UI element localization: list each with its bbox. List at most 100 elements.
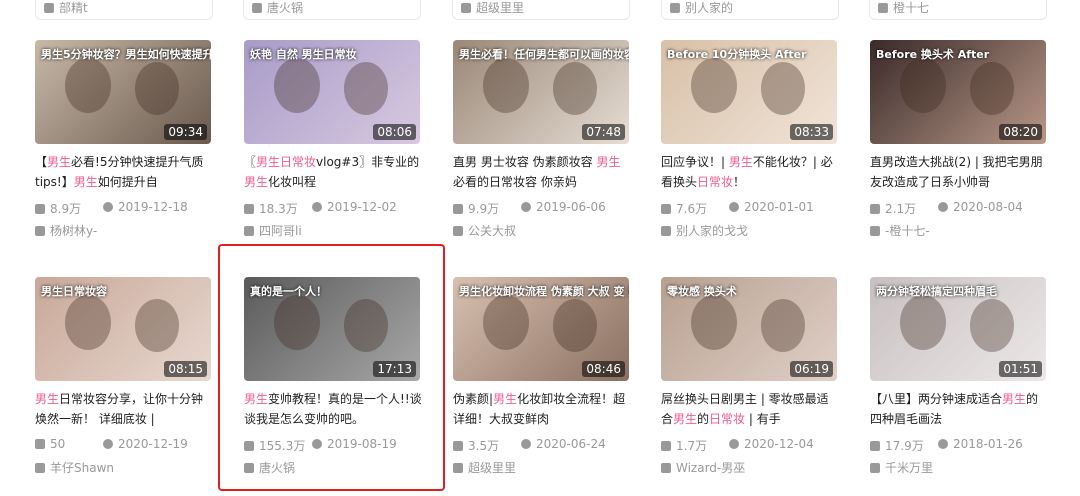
upload-date: 2019-12-02 — [312, 200, 397, 214]
top-card[interactable]: 唐火锅 — [243, 0, 421, 20]
keyword-highlight: 男生 — [493, 392, 518, 406]
upload-date-text: 2020-01-01 — [744, 200, 814, 214]
video-thumbnail[interactable]: 妖艳 自然 男生日常妆 08:06 — [244, 40, 420, 144]
person-face-shape — [135, 299, 179, 352]
uploader-text: 杨树林y- — [50, 224, 98, 238]
video-title[interactable]: 屌丝换头日剧男主 | 零妆感最适合男生的日常妆 | 有手 — [661, 389, 839, 429]
uploader-text: Wizard-男巫 — [676, 461, 746, 475]
keyword-highlight: 男生 — [1002, 392, 1027, 406]
view-count: 2.1万 — [870, 200, 916, 217]
title-text: 的 — [697, 412, 710, 426]
person-face-shape — [761, 62, 805, 115]
view-count-text: 9.9万 — [468, 202, 500, 216]
duration-badge: 08:46 — [582, 361, 625, 377]
uploader-name[interactable]: -橙十七- — [870, 222, 1048, 238]
clock-icon — [521, 202, 531, 212]
view-count: 7.6万 — [661, 200, 707, 217]
upload-date: 2018-01-26 — [938, 437, 1023, 451]
keyword-highlight: 男生 — [596, 155, 621, 169]
video-thumbnail[interactable]: 零妆感 换头术 06:19 — [661, 277, 837, 381]
video-title[interactable]: 伪素颜|男生化妆卸妆全流程！超详细！大叔变鲜肉 — [453, 389, 631, 429]
video-card[interactable]: Before 10分钟换头 After 08:33 回应争议！| 男生不能化妆？| … — [661, 40, 839, 238]
video-thumbnail[interactable]: 男生必看！任何男生都可以画的妆容 07:48 — [453, 40, 629, 144]
person-face-shape — [761, 299, 805, 352]
uploader-name[interactable]: 千米万里 — [870, 459, 1048, 475]
upload-date-text: 2018-01-26 — [953, 437, 1023, 451]
top-card[interactable]: 超级里里 — [452, 0, 630, 20]
uploader-name[interactable]: 四阿哥li — [244, 222, 422, 238]
top-card[interactable]: 橙十七 — [869, 0, 1047, 20]
uploader-icon — [35, 463, 45, 473]
video-card[interactable]: Before 换头术 After 08:20 直男改造大挑战(2) | 我把宅男朋友… — [870, 40, 1048, 238]
video-title[interactable]: 男生日常妆容分享，让你十分钟焕然一新！ 详细底妆 | — [35, 389, 213, 429]
uploader-icon — [35, 226, 45, 236]
view-count-text: 8.9万 — [50, 202, 82, 216]
video-thumbnail[interactable]: 男生日常妆容 08:15 — [35, 277, 211, 381]
video-thumbnail[interactable]: Before 换头术 After 08:20 — [870, 40, 1046, 144]
view-count-text: 7.6万 — [676, 202, 708, 216]
keyword-highlight: 男生 — [73, 175, 98, 189]
thumbnail-overlay-text: 妖艳 自然 男生日常妆 — [250, 48, 357, 61]
clock-icon — [521, 439, 531, 449]
video-card[interactable]: 零妆感 换头术 06:19 屌丝换头日剧男主 | 零妆感最适合男生的日常妆 | 有手… — [661, 277, 839, 475]
uploader-icon — [661, 463, 671, 473]
uploader-name[interactable]: 公关大叔 — [453, 222, 631, 238]
video-title[interactable]: 回应争议！| 男生不能化妆？| 必看换头日常妆！ — [661, 152, 839, 192]
selection-highlight-box — [218, 244, 445, 491]
top-card[interactable]: 部精t — [35, 0, 213, 20]
video-thumbnail[interactable]: 两分钟轻松搞定四种眉毛 01:51 — [870, 277, 1046, 381]
uploader-name[interactable]: 别人家的戈戈 — [661, 222, 839, 238]
video-card[interactable]: 男生必看！任何男生都可以画的妆容 07:48 直男 男士妆容 伪素颜妆容 男生必看的… — [453, 40, 631, 238]
person-face-shape — [274, 58, 320, 114]
video-title[interactable]: 直男改造大挑战(2) | 我把宅男朋友改造成了日系小帅哥 — [870, 152, 1048, 192]
video-card[interactable]: 妖艳 自然 男生日常妆 08:06 〖男生日常妆vlog#3〗非专业的男生化妆叫程 1… — [244, 40, 422, 238]
duration-badge: 08:15 — [164, 361, 207, 377]
top-card-uploader: 超级里里 — [476, 1, 525, 15]
video-meta: 17.9万 2018-01-26 — [870, 437, 1048, 453]
video-meta: 8.9万 2019-12-18 — [35, 200, 213, 216]
video-thumbnail[interactable]: 男生化妆卸妆流程 伪素颜 大叔 变 鲜肉 08:46 — [453, 277, 629, 381]
video-card[interactable]: 两分钟轻松搞定四种眉毛 01:51 【八里】两分钟速成适合男生的四种眉毛画法 17.9… — [870, 277, 1048, 475]
uploader-name[interactable]: 羊仔Shawn — [35, 459, 213, 475]
view-count: 3.5万 — [453, 437, 499, 454]
uploader-name[interactable]: 超级里里 — [453, 459, 631, 475]
keyword-highlight: 日常妆 — [697, 175, 734, 189]
keyword-highlight: 男生 — [673, 412, 698, 426]
title-text: 直男改造大挑战(2) | 我把宅男朋友改造成了日系小帅哥 — [870, 155, 1043, 189]
person-face-shape — [970, 62, 1014, 115]
title-text: 如何提升自 — [97, 175, 158, 189]
keyword-highlight: 男生 — [728, 155, 753, 169]
title-text: 直男 男士妆容 伪素颜妆容 — [453, 155, 597, 169]
upload-date-text: 2020-12-04 — [744, 437, 814, 451]
uploader-name[interactable]: Wizard-男巫 — [661, 459, 839, 475]
play-count-icon — [661, 204, 671, 214]
video-card[interactable]: 男生日常妆容 08:15 男生日常妆容分享，让你十分钟焕然一新！ 详细底妆 | 50 2… — [35, 277, 213, 475]
title-text: ！ — [733, 175, 746, 189]
video-thumbnail[interactable]: 男生5分钟妆容？男生如何快速提升自我气场？ 09:34 — [35, 40, 211, 144]
video-meta: 50 2020-12-19 — [35, 437, 213, 453]
uploader-text: -橙十七- — [885, 224, 930, 238]
video-card[interactable]: 男生化妆卸妆流程 伪素颜 大叔 变 鲜肉 08:46 伪素颜|男生化妆卸妆全流程！超… — [453, 277, 631, 475]
keyword-highlight: 日常妆 — [709, 412, 746, 426]
play-count-icon — [870, 204, 880, 214]
duration-badge: 01:51 — [999, 361, 1042, 377]
video-title[interactable]: 直男 男士妆容 伪素颜妆容 男生必看的日常妆容 你亲妈 — [453, 152, 631, 192]
video-title[interactable]: 【八里】两分钟速成适合男生的四种眉毛画法 — [870, 389, 1048, 429]
view-count-text: 1.7万 — [676, 439, 708, 453]
uploader-name[interactable]: 杨树林y- — [35, 222, 213, 238]
video-thumbnail[interactable]: Before 10分钟换头 After 08:33 — [661, 40, 837, 144]
title-text: vlog#3〗非专业的 — [316, 155, 420, 169]
video-card[interactable]: 男生5分钟妆容？男生如何快速提升自我气场？ 09:34 【男生必看!5分钟快速提升气… — [35, 40, 213, 238]
top-card[interactable]: 别人家的 — [661, 0, 839, 20]
view-count-text: 3.5万 — [468, 439, 500, 453]
thumbnail-overlay-text: 男生化妆卸妆流程 伪素颜 大叔 变 鲜肉 — [459, 285, 629, 298]
title-text: 化妆叫程 — [268, 175, 317, 189]
title-text: 【八里】两分钟速成适合 — [870, 392, 1003, 406]
video-title[interactable]: 〖男生日常妆vlog#3〗非专业的男生化妆叫程 — [244, 152, 422, 192]
video-title[interactable]: 【男生必看!5分钟快速提升气质tips!】男生如何提升自 — [35, 152, 213, 192]
play-count-icon — [453, 204, 463, 214]
upload-date: 2020-08-04 — [938, 200, 1023, 214]
uploader-text: 四阿哥li — [259, 224, 302, 238]
title-text: 日常妆容分享，让你十分钟焕然一新！ 详细底妆 | — [35, 392, 204, 426]
thumbnail-overlay-text: 男生必看！任何男生都可以画的妆容 — [459, 48, 629, 61]
